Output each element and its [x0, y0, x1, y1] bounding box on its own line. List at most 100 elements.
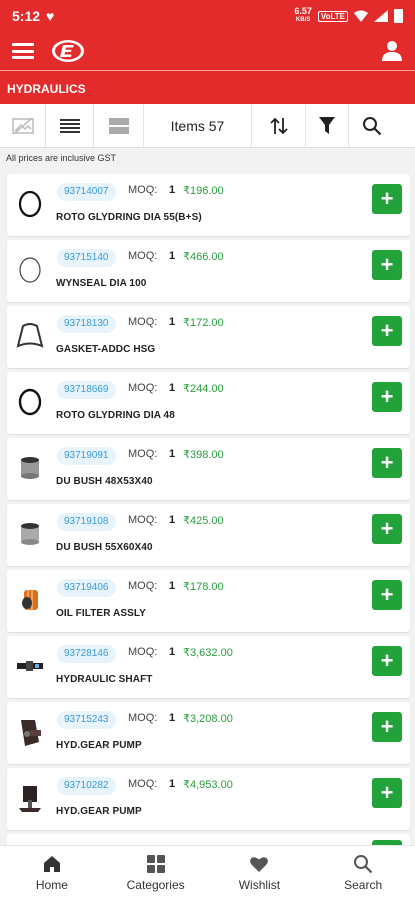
moq-value: 1: [169, 184, 176, 196]
product-name[interactable]: HYD.GEAR PUMP: [56, 740, 142, 751]
product-code[interactable]: 93715243: [57, 711, 116, 729]
nav-search-label: Search: [344, 878, 383, 892]
moq-value: 1: [169, 646, 176, 658]
search-button[interactable]: [349, 104, 395, 148]
shaft-icon: [13, 646, 47, 686]
product-card[interactable]: 93728146 MOQ: 1 ₹3,632.00 HYDRAULIC SHAF…: [7, 636, 410, 698]
product-card[interactable]: 93718669 MOQ: 1 ₹244.00 ROTO GLYDRING DI…: [7, 372, 410, 434]
product-card-partial[interactable]: [7, 834, 410, 845]
categories-icon: [146, 855, 165, 873]
add-to-cart-button[interactable]: +: [372, 316, 402, 346]
image-off-icon: [11, 117, 34, 135]
moq-value: 1: [169, 712, 176, 724]
product-card[interactable]: 93710282 MOQ: 1 ₹4,953.00 HYD.GEAR PUMP …: [7, 768, 410, 830]
moq-label: MOQ:: [128, 712, 158, 724]
product-code[interactable]: 93715140: [57, 249, 116, 267]
add-to-cart-button[interactable]: +: [372, 448, 402, 478]
add-to-cart-button[interactable]: +: [372, 778, 402, 808]
nav-wishlist[interactable]: Wishlist: [208, 846, 312, 900]
add-to-cart-button[interactable]: +: [372, 250, 402, 280]
product-code[interactable]: 93719091: [57, 447, 116, 465]
product-price: ₹398.00: [183, 449, 224, 461]
product-code[interactable]: 93719406: [57, 579, 116, 597]
battery-icon: [394, 9, 403, 23]
moq-value: 1: [169, 514, 176, 526]
product-name[interactable]: HYD.GEAR PUMP: [56, 806, 142, 817]
moq-value: 1: [169, 448, 176, 460]
product-price: ₹4,953.00: [183, 779, 233, 791]
add-to-cart-button[interactable]: +: [372, 184, 402, 214]
product-name[interactable]: DU BUSH 48X53X40: [56, 476, 153, 487]
nav-search[interactable]: Search: [311, 846, 415, 900]
product-code[interactable]: 93718669: [57, 381, 116, 399]
list-view-button[interactable]: [46, 104, 94, 148]
search-icon: [363, 117, 382, 136]
nav-categories[interactable]: Categories: [104, 846, 208, 900]
filter-icon: [319, 117, 335, 134]
nav-home-label: Home: [35, 878, 68, 892]
product-price: ₹178.00: [183, 581, 224, 593]
moq-label: MOQ:: [128, 316, 158, 328]
moq-label: MOQ:: [128, 250, 158, 262]
product-name[interactable]: WYNSEAL DIA 100: [56, 278, 146, 289]
add-to-cart-button[interactable]: +: [372, 382, 402, 412]
product-name[interactable]: DU BUSH 55X60X40: [56, 542, 153, 553]
product-code[interactable]: 93710282: [57, 777, 116, 795]
moq-label: MOQ:: [128, 778, 158, 790]
product-price: ₹3,208.00: [183, 713, 233, 725]
image-toggle-button[interactable]: [0, 104, 46, 148]
product-price: ₹172.00: [183, 317, 224, 329]
nav-home[interactable]: Home: [0, 846, 104, 900]
signal-icon: [374, 10, 388, 22]
grid-view-button[interactable]: [94, 104, 144, 148]
moq-label: MOQ:: [128, 646, 158, 658]
oil-filter-icon: [13, 580, 47, 620]
product-code[interactable]: 93718130: [57, 315, 116, 333]
hamburger-icon[interactable]: [12, 43, 34, 59]
filter-button[interactable]: [306, 104, 349, 148]
list-toolbar: Items 57: [0, 104, 415, 148]
product-price: ₹425.00: [183, 515, 224, 527]
add-to-cart-button[interactable]: +: [372, 514, 402, 544]
product-card[interactable]: 93715243 MOQ: 1 ₹3,208.00 HYD.GEAR PUMP …: [7, 702, 410, 764]
gear-pump-icon: [13, 712, 47, 752]
product-code[interactable]: 93719108: [57, 513, 116, 531]
product-card[interactable]: 93719091 MOQ: 1 ₹398.00 DU BUSH 48X53X40…: [7, 438, 410, 500]
product-name[interactable]: ROTO GLYDRING DIA 55(B+S): [56, 212, 202, 223]
product-card[interactable]: 93718130 MOQ: 1 ₹172.00 GASKET-ADDC HSG …: [7, 306, 410, 368]
status-time: 5:12: [12, 8, 41, 24]
sort-button[interactable]: [252, 104, 306, 148]
user-icon[interactable]: [381, 40, 403, 62]
status-bar: 5:12 ♥ 6.57 KB/S VoLTE: [0, 0, 415, 32]
product-code[interactable]: 93714007: [57, 183, 116, 201]
home-icon: [43, 856, 60, 872]
nav-wishlist-label: Wishlist: [238, 878, 281, 892]
moq-label: MOQ:: [128, 448, 158, 460]
volte-badge: VoLTE: [317, 10, 348, 22]
moq-value: 1: [169, 316, 176, 328]
add-to-cart-button[interactable]: +: [372, 580, 402, 610]
product-name[interactable]: GASKET-ADDC HSG: [56, 344, 155, 355]
moq-value: 1: [169, 580, 176, 592]
sort-icon: [269, 117, 288, 135]
product-card[interactable]: 93719108 MOQ: 1 ₹425.00 DU BUSH 55X60X40…: [7, 504, 410, 566]
product-card[interactable]: 93715140 MOQ: 1 ₹466.00 WYNSEAL DIA 100 …: [7, 240, 410, 302]
product-card[interactable]: 93714007 MOQ: 1 ₹196.00 ROTO GLYDRING DI…: [7, 174, 410, 236]
product-name[interactable]: OIL FILTER ASSLY: [56, 608, 146, 619]
product-card[interactable]: 93719406 MOQ: 1 ₹178.00 OIL FILTER ASSLY…: [7, 570, 410, 632]
add-to-cart-button[interactable]: +: [372, 646, 402, 676]
bush-icon: [13, 448, 47, 488]
product-name[interactable]: HYDRAULIC SHAFT: [56, 674, 153, 685]
wifi-icon: [354, 10, 368, 22]
moq-label: MOQ:: [128, 514, 158, 526]
brand-logo-icon[interactable]: [50, 38, 86, 64]
moq-value: 1: [169, 250, 176, 262]
nav-categories-label: Categories: [126, 878, 185, 892]
add-to-cart-button[interactable]: +: [372, 712, 402, 742]
network-speed: 6.57 KB/S: [294, 6, 312, 24]
product-code[interactable]: 93728146: [57, 645, 116, 663]
product-list[interactable]: 93714007 MOQ: 1 ₹196.00 ROTO GLYDRING DI…: [0, 170, 415, 845]
card-view-icon: [108, 118, 129, 134]
product-price: ₹244.00: [183, 383, 224, 395]
product-name[interactable]: ROTO GLYDRING DIA 48: [56, 410, 175, 421]
